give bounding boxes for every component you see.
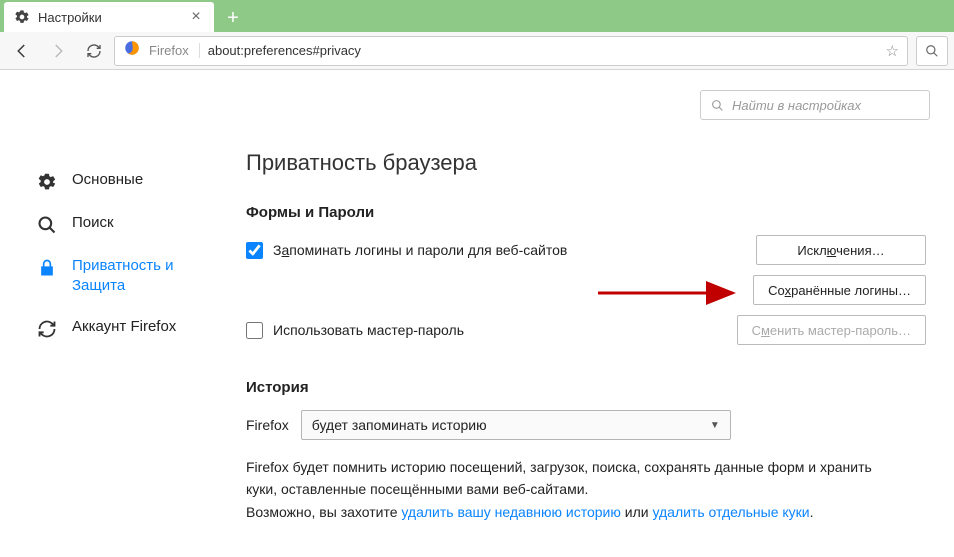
back-button[interactable] (6, 35, 38, 67)
new-tab-button[interactable]: + (218, 4, 248, 32)
sidebar-item-privacy[interactable]: Приватность и Защита (36, 246, 230, 307)
gear-icon (14, 9, 30, 25)
url-brand: Firefox (149, 43, 200, 58)
history-description-1: Firefox будет помнить историю посещений,… (246, 456, 886, 501)
search-icon (36, 214, 58, 236)
url-bar[interactable]: Firefox about:preferences#privacy ☆ (114, 36, 908, 66)
section-heading: Формы и Пароли (246, 204, 926, 221)
reload-button[interactable] (78, 35, 110, 67)
remember-logins-label: Запоминать логины и пароли для веб-сайто… (273, 242, 567, 258)
page-title: Приватность браузера (246, 150, 926, 176)
forms-passwords-section: Формы и Пароли Запоминать логины и парол… (246, 204, 926, 345)
url-text: about:preferences#privacy (208, 43, 878, 58)
chevron-down-icon: ▼ (710, 420, 720, 431)
forward-button[interactable] (42, 35, 74, 67)
sidebar-item-search[interactable]: Поиск (36, 203, 230, 246)
firefox-icon (123, 39, 141, 62)
bookmark-star-icon[interactable]: ☆ (886, 42, 899, 60)
clear-history-link[interactable]: удалить вашу недавнюю историю (401, 504, 620, 520)
sidebar-item-label: Основные (72, 170, 143, 190)
sidebar-item-label: Аккаунт Firefox (72, 317, 176, 337)
history-section: История Firefox будет запоминать историю… (246, 379, 926, 523)
master-password-checkbox[interactable] (246, 322, 263, 339)
settings-sidebar: Основные Поиск Приватность и Защита Акка… (0, 88, 230, 557)
main-panel: Приватность браузера Формы и Пароли Запо… (230, 88, 954, 557)
history-description-2: Возможно, вы захотите удалить вашу недав… (246, 501, 886, 523)
search-button[interactable] (916, 36, 948, 66)
lock-icon (36, 257, 58, 279)
remember-logins-checkbox[interactable] (246, 242, 263, 259)
sidebar-item-account[interactable]: Аккаунт Firefox (36, 307, 230, 350)
nav-toolbar: Firefox about:preferences#privacy ☆ (0, 32, 954, 70)
sidebar-item-general[interactable]: Основные (36, 160, 230, 203)
clear-cookies-link[interactable]: удалить отдельные куки (652, 504, 809, 520)
sidebar-item-label: Поиск (72, 213, 114, 233)
tab-title: Настройки (38, 10, 188, 25)
gear-icon (36, 171, 58, 193)
history-prefix: Firefox (246, 417, 289, 433)
sync-icon (36, 318, 58, 340)
section-heading: История (246, 379, 926, 396)
tab-active[interactable]: Настройки × (4, 2, 214, 32)
saved-logins-button[interactable]: Сохранённые логины… (753, 275, 926, 305)
exceptions-button[interactable]: Исключения… (756, 235, 926, 265)
master-password-label: Использовать мастер-пароль (273, 322, 464, 338)
history-mode-value: будет запоминать историю (312, 417, 487, 433)
close-icon[interactable]: × (188, 9, 204, 25)
sidebar-item-label: Приватность и Защита (72, 256, 218, 297)
history-mode-select[interactable]: будет запоминать историю ▼ (301, 410, 731, 440)
change-master-password-button: Сменить мастер-пароль… (737, 315, 926, 345)
tab-strip: Настройки × + (0, 0, 954, 32)
